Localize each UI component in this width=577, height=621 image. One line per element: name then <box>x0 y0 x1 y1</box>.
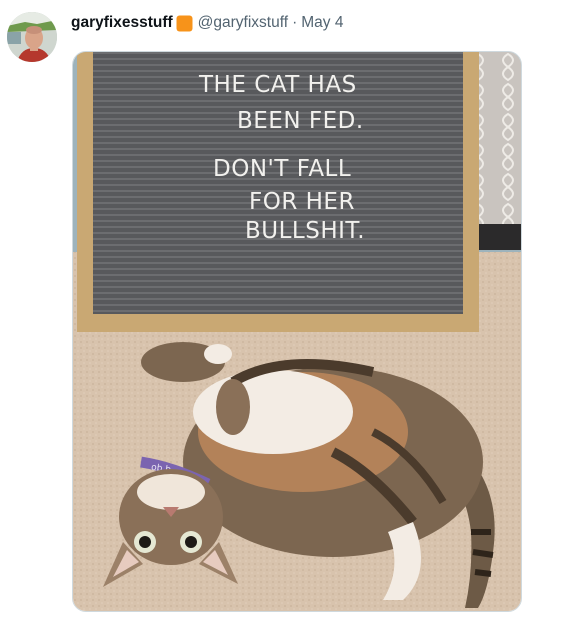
letterboard: THE CAT HAS BEEN FED. DON'T FALL FOR HER… <box>77 52 479 332</box>
verified-badge-icon <box>176 15 193 32</box>
display-name[interactable]: garyfixesstuff <box>71 14 173 32</box>
letterboard-line-1: THE CAT HAS <box>198 72 357 98</box>
user-handle[interactable]: @garyfixstuff <box>198 14 288 32</box>
separator-dot: · <box>292 14 298 31</box>
letterboard-line-4: FOR HER <box>249 189 355 215</box>
letterboard-line-5: BULLSHIT. <box>245 218 365 244</box>
tweet-date[interactable]: May 4 <box>301 14 343 32</box>
tweet-photo[interactable]: THE CAT HAS BEEN FED. DON'T FALL FOR HER… <box>72 51 522 612</box>
letterboard-line-3: DON'T FALL <box>213 156 351 182</box>
tweet-card[interactable]: garyfixesstuff @garyfixstuff · May 4 THE… <box>0 0 577 621</box>
tweet-header: garyfixesstuff @garyfixstuff · May 4 <box>71 12 343 34</box>
letterboard-line-2: BEEN FED. <box>237 108 364 134</box>
avatar[interactable] <box>7 12 57 62</box>
